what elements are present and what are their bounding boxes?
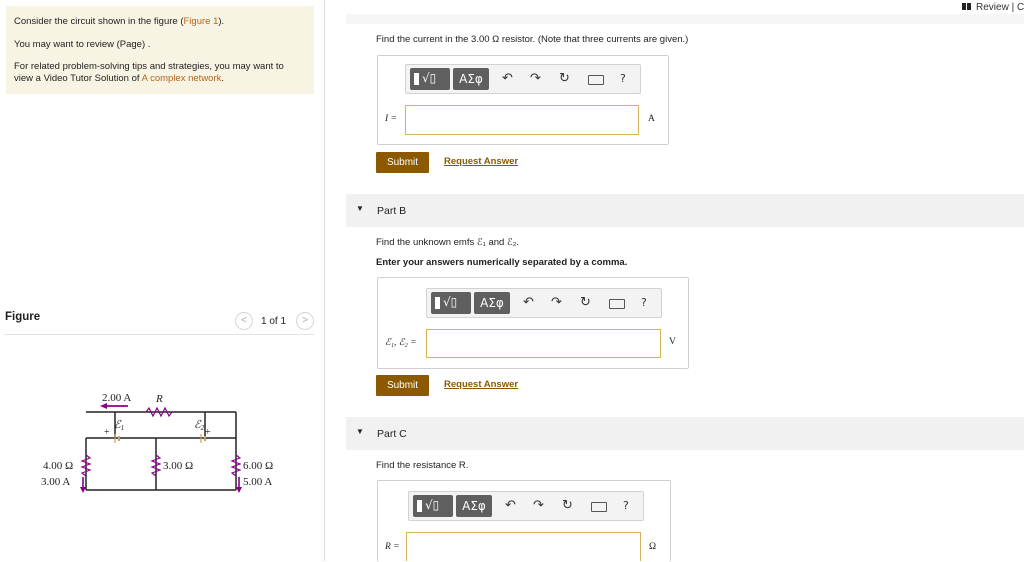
intro-line-4: view a Video Tutor Solution of A complex… bbox=[14, 73, 225, 84]
keyboard-icon[interactable] bbox=[609, 299, 625, 309]
part-b-answer-input[interactable] bbox=[426, 329, 661, 358]
figure-prev-button[interactable]: < bbox=[235, 312, 253, 330]
part-b-instruction: Enter your answers numerically separated… bbox=[376, 257, 628, 268]
math-template-button[interactable]: √▯ bbox=[410, 68, 450, 90]
part-b-unit: V bbox=[669, 337, 676, 347]
part-a-toolbar: √▯ ΑΣφ ↶ ↷ ↻ ? bbox=[405, 64, 641, 94]
part-c-header[interactable]: ▼ Part C bbox=[346, 417, 1024, 450]
greek-symbols-button[interactable]: ΑΣφ bbox=[456, 495, 492, 517]
review-link[interactable]: Review | C bbox=[962, 2, 1024, 13]
sqrt-icon: √▯ bbox=[425, 498, 440, 512]
keyboard-icon[interactable] bbox=[588, 75, 604, 85]
part-c-prompt: Find the resistance R. bbox=[376, 460, 469, 471]
column-divider bbox=[324, 0, 325, 561]
label-left-resistor: 4.00 Ω bbox=[43, 460, 73, 472]
label-middle-resistor: 3.00 Ω bbox=[163, 460, 193, 472]
label-right-resistor: 6.00 Ω bbox=[243, 460, 273, 472]
part-c-title: Part C bbox=[377, 428, 407, 440]
redo-icon[interactable]: ↷ bbox=[530, 71, 541, 86]
review-icon-2 bbox=[967, 3, 971, 10]
intro-line-2: You may want to review (Page) . bbox=[14, 39, 151, 50]
part-b-input-label: ℰ₁, ℰ₂ = bbox=[385, 338, 417, 348]
collapse-triangle-icon: ▼ bbox=[356, 204, 364, 213]
right-current-arrow bbox=[236, 477, 242, 493]
help-icon[interactable]: ? bbox=[623, 499, 629, 512]
figure-title: Figure bbox=[5, 311, 41, 323]
part-a-input-label: I = bbox=[385, 114, 397, 124]
template-block-icon bbox=[414, 73, 419, 85]
part-c-toolbar: √▯ ΑΣφ ↶ ↷ ↻ ? bbox=[408, 491, 644, 521]
reset-icon[interactable]: ↻ bbox=[562, 498, 573, 513]
intro-line-1: Consider the circuit shown in the figure… bbox=[14, 16, 225, 27]
part-a-request-answer[interactable]: Request Answer bbox=[444, 156, 518, 167]
undo-icon[interactable]: ↶ bbox=[502, 71, 513, 86]
figure-page-count: 1 of 1 bbox=[261, 316, 287, 327]
part-a-prompt: Find the current in the 3.00 Ω resistor.… bbox=[376, 34, 689, 45]
video-tutor-link[interactable]: A complex network bbox=[142, 73, 222, 84]
emf1-battery bbox=[114, 434, 120, 443]
sqrt-icon: √▯ bbox=[422, 71, 437, 85]
help-icon[interactable]: ? bbox=[641, 296, 647, 309]
template-block-icon bbox=[417, 500, 422, 512]
figure-divider bbox=[4, 334, 314, 335]
intro-line-3: For related problem-solving tips and str… bbox=[14, 61, 284, 72]
redo-icon[interactable]: ↷ bbox=[533, 498, 544, 513]
label-left-current: 3.00 A bbox=[41, 476, 70, 488]
label-emf1-plus: + bbox=[104, 427, 110, 438]
label-emf2-plus: + bbox=[205, 427, 211, 438]
part-a-unit: A bbox=[648, 114, 655, 124]
part-a-answer-input[interactable] bbox=[405, 105, 639, 135]
circuit-wires bbox=[85, 411, 237, 491]
math-template-button[interactable]: √▯ bbox=[431, 292, 471, 314]
part-b-submit-button[interactable]: Submit bbox=[376, 375, 429, 396]
part-b-request-answer[interactable]: Request Answer bbox=[444, 379, 518, 390]
greek-symbols-button[interactable]: ΑΣφ bbox=[474, 292, 510, 314]
template-block-icon bbox=[435, 297, 440, 309]
left-current-arrow bbox=[80, 477, 86, 493]
part-a-answer-box: √▯ ΑΣφ ↶ ↷ ↻ ? I = A bbox=[377, 55, 669, 145]
part-c-answer-box: √▯ ΑΣφ ↶ ↷ ↻ ? R = Ω bbox=[377, 480, 671, 562]
label-current-top: 2.00 A bbox=[102, 392, 131, 404]
part-b-toolbar: √▯ ΑΣφ ↶ ↷ ↻ ? bbox=[426, 288, 662, 318]
label-emf1: ℰ1 bbox=[114, 419, 124, 432]
keyboard-icon[interactable] bbox=[591, 502, 607, 512]
circuit-diagram: 2.00 A R + ℰ1 + ℰ2 4.00 Ω 3.00 A 3.00 Ω … bbox=[41, 392, 273, 493]
part-b-title: Part B bbox=[377, 205, 407, 217]
figure-next-button[interactable]: > bbox=[296, 312, 314, 330]
part-a-submit-button[interactable]: Submit bbox=[376, 152, 429, 173]
part-c-unit: Ω bbox=[649, 542, 657, 552]
review-icon bbox=[962, 3, 966, 10]
part-c-input-label: R = bbox=[385, 542, 400, 552]
part-c-answer-input[interactable] bbox=[406, 532, 641, 561]
reset-icon[interactable]: ↻ bbox=[580, 295, 591, 310]
sqrt-icon: √▯ bbox=[443, 295, 458, 309]
intro-panel: Consider the circuit shown in the figure… bbox=[6, 6, 314, 94]
reset-icon[interactable]: ↻ bbox=[559, 71, 570, 86]
collapse-triangle-icon: ▼ bbox=[356, 427, 364, 436]
undo-icon[interactable]: ↶ bbox=[523, 295, 534, 310]
redo-icon[interactable]: ↷ bbox=[551, 295, 562, 310]
greek-symbols-button[interactable]: ΑΣφ bbox=[453, 68, 489, 90]
math-template-button[interactable]: √▯ bbox=[413, 495, 453, 517]
undo-icon[interactable]: ↶ bbox=[505, 498, 516, 513]
label-right-current: 5.00 A bbox=[243, 476, 272, 488]
part-b-prompt: Find the unknown emfs ℰ₁ and ℰ₂. bbox=[376, 237, 520, 248]
figure-link[interactable]: Figure 1 bbox=[184, 16, 219, 27]
part-a-header-strip bbox=[346, 14, 1024, 24]
label-resistor-r: R bbox=[155, 393, 163, 405]
help-icon[interactable]: ? bbox=[620, 72, 626, 85]
label-emf2: ℰ2 bbox=[194, 419, 205, 432]
part-b-header[interactable]: ▼ Part B bbox=[346, 194, 1024, 227]
part-b-answer-box: √▯ ΑΣφ ↶ ↷ ↻ ? ℰ₁, ℰ₂ = V bbox=[377, 277, 689, 369]
